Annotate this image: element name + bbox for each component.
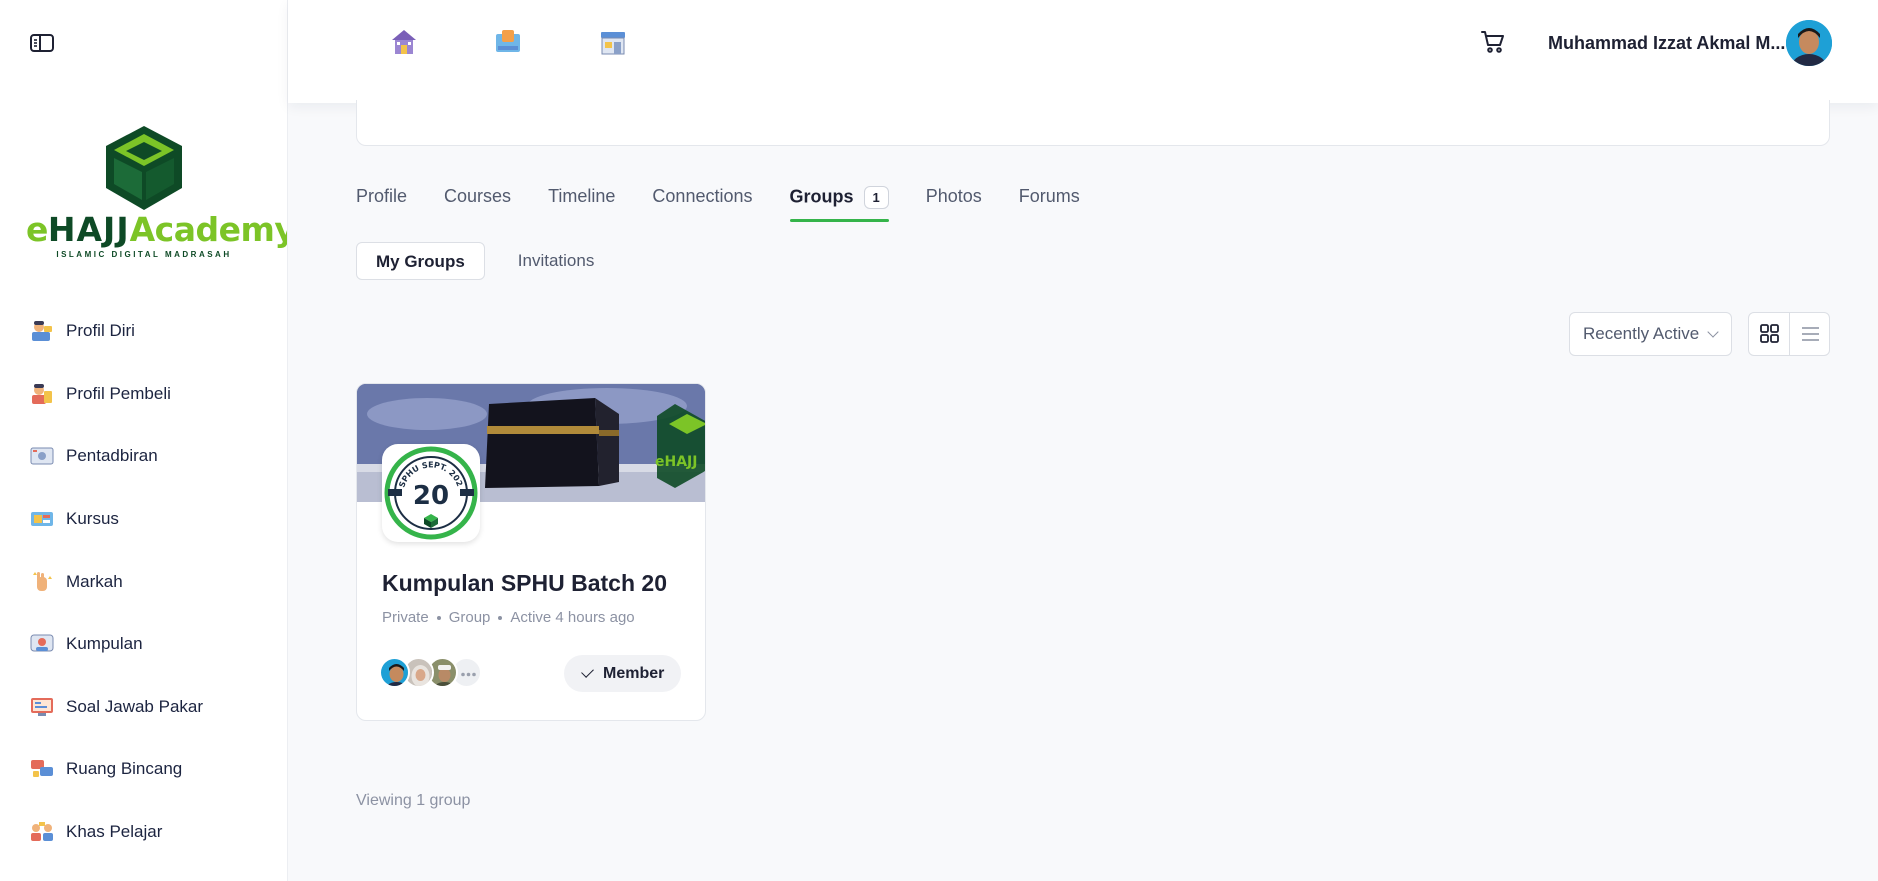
admin-icon	[30, 445, 54, 467]
profile-cover-card	[356, 100, 1830, 146]
group-activity: Active 4 hours ago	[510, 609, 635, 626]
tab-connections[interactable]: Connections	[652, 186, 752, 222]
sidebar-item-label: Khas Pelajar	[66, 822, 163, 842]
cover-brand-text: eHAJJ	[655, 454, 697, 470]
sidebar-item-label: Soal Jawab Pakar	[66, 696, 204, 716]
grid-view-button[interactable]	[1749, 313, 1790, 355]
sidebar-nav: Profil Diri Profil Pembeli Pentadbiran K…	[0, 300, 287, 864]
list-view-button[interactable]	[1790, 313, 1829, 355]
sidebar-item-khas-pelajar[interactable]: Khas Pelajar	[0, 801, 287, 864]
subtab-invitations[interactable]: Invitations	[499, 242, 614, 280]
courses-icon[interactable]	[494, 28, 522, 56]
group-type: Group	[448, 609, 491, 626]
top-header: Muhammad Izzat Akmal M...	[288, 0, 1878, 103]
tab-photos[interactable]: Photos	[926, 186, 982, 222]
badge-number: 20	[413, 481, 449, 511]
user-profile-icon	[30, 320, 54, 342]
sidebar-item-label: Profil Pembeli	[66, 383, 171, 403]
sidebar-item-profil-pembeli[interactable]: Profil Pembeli	[0, 363, 287, 426]
tab-forums[interactable]: Forums	[1019, 186, 1080, 222]
tab-timeline[interactable]: Timeline	[548, 186, 615, 222]
group-avatar: SPHU SEPT. 2024 20	[379, 437, 480, 542]
view-toggle	[1748, 312, 1830, 356]
group-privacy: Private	[382, 609, 429, 626]
sort-selected-value: Recently Active	[1583, 324, 1700, 343]
profile-tabs: Profile Courses Timeline Connections Gro…	[356, 186, 1117, 222]
group-meta: Private Group Active 4 hours ago	[382, 609, 635, 626]
sidebar-item-markah[interactable]: Markah	[0, 550, 287, 613]
buyer-profile-icon	[30, 383, 54, 405]
groups-count-badge: 1	[863, 186, 889, 209]
results-count: Viewing 1 group	[356, 792, 471, 809]
meta-separator	[498, 615, 503, 620]
avatar[interactable]	[1786, 20, 1832, 66]
sidebar-item-label: Kumpulan	[66, 634, 143, 654]
sidebar-item-label: Pentadbiran	[66, 446, 158, 466]
kaaba-cube-icon	[106, 126, 182, 210]
group-icon	[30, 633, 54, 655]
user-name[interactable]: Muhammad Izzat Akmal M...	[1548, 33, 1785, 54]
course-icon	[30, 508, 54, 530]
group-card[interactable]: eHAJJ SPHU SEPT. 2024 20 Kumpulan SPHU B…	[356, 383, 706, 721]
member-avatars[interactable]	[379, 657, 482, 689]
member-button-label: Member	[603, 665, 665, 682]
sidebar-toggle-icon[interactable]	[30, 34, 54, 52]
marks-icon	[30, 571, 54, 593]
group-subtabs: My Groups Invitations	[356, 242, 627, 280]
sidebar-item-soal-jawab-pakar[interactable]: Soal Jawab Pakar	[0, 676, 287, 739]
sidebar-item-kursus[interactable]: Kursus	[0, 488, 287, 551]
list-icon	[1802, 327, 1819, 341]
tab-profile[interactable]: Profile	[356, 186, 407, 222]
sidebar-item-profil-diri[interactable]: Profil Diri	[0, 300, 287, 363]
sidebar-item-kumpulan[interactable]: Kumpulan	[0, 613, 287, 676]
meta-separator	[436, 615, 441, 620]
discussion-icon	[30, 758, 54, 780]
group-title[interactable]: Kumpulan SPHU Batch 20	[382, 570, 667, 597]
sidebar-item-label: Ruang Bincang	[66, 759, 183, 779]
sidebar-item-label: Markah	[66, 571, 123, 591]
store-icon[interactable]	[599, 28, 627, 56]
sidebar-item-label: Kursus	[66, 509, 119, 529]
sidebar-item-label: Profil Diri	[66, 321, 135, 341]
cart-icon[interactable]	[1480, 29, 1506, 55]
logo-wordmark: eHAJJAcademy	[26, 210, 288, 249]
sidebar: eHAJJAcademy ISLAMIC DIGITAL MADRASAH Pr…	[0, 0, 288, 881]
sidebar-item-pentadbiran[interactable]: Pentadbiran	[0, 425, 287, 488]
logo[interactable]: eHAJJAcademy ISLAMIC DIGITAL MADRASAH	[26, 124, 288, 259]
tab-groups[interactable]: Groups 1	[789, 186, 890, 222]
chevron-down-icon	[1707, 326, 1719, 338]
sidebar-item-ruang-bincang[interactable]: Ruang Bincang	[0, 738, 287, 801]
expert-qa-icon	[30, 696, 54, 718]
grid-icon	[1760, 324, 1779, 343]
student-icon	[30, 821, 54, 843]
logo-tagline: ISLAMIC DIGITAL MADRASAH	[56, 250, 232, 259]
home-icon[interactable]	[390, 28, 418, 56]
check-icon	[581, 665, 594, 678]
tab-courses[interactable]: Courses	[444, 186, 511, 222]
member-avatar	[379, 657, 410, 688]
member-status-button[interactable]: Member	[564, 655, 681, 692]
subtab-my-groups[interactable]: My Groups	[356, 242, 485, 280]
sort-select[interactable]: Recently Active	[1569, 312, 1732, 356]
